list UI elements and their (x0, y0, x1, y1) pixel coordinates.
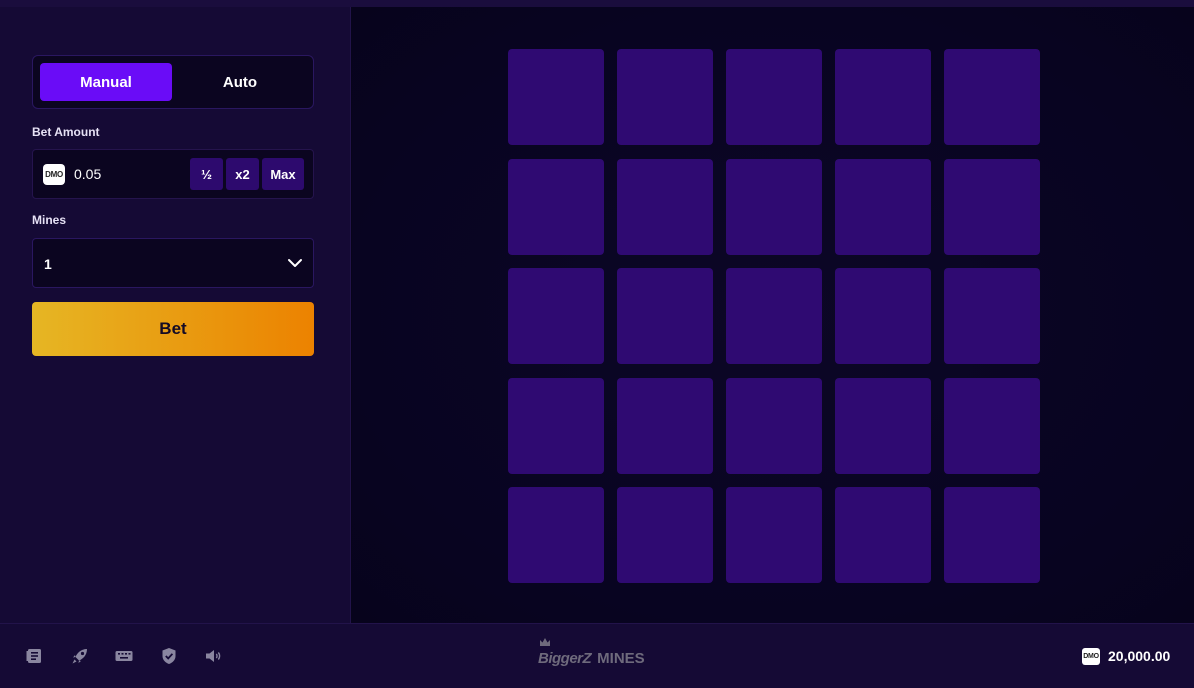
mode-toggle: Manual Auto (32, 55, 314, 109)
bet-button[interactable]: Bet (32, 302, 314, 356)
auto-mode-tab[interactable]: Auto (174, 63, 306, 101)
half-bet-button[interactable]: ½ (190, 158, 223, 190)
shield-check-icon[interactable] (159, 646, 179, 666)
logo-brand-text: BiggerZ (538, 650, 592, 667)
mine-tile[interactable] (617, 377, 713, 474)
mine-tile[interactable] (726, 487, 822, 583)
mine-tile[interactable] (835, 158, 931, 255)
mine-tile[interactable] (944, 158, 1040, 255)
mine-tile[interactable] (617, 158, 713, 255)
bet-amount-input[interactable]: 0.05 (74, 166, 101, 182)
balance-coin-icon: DMO (1082, 648, 1100, 665)
balance-amount: 20,000.00 (1108, 648, 1171, 664)
mine-tile[interactable] (944, 487, 1040, 583)
chevron-down-icon (288, 259, 302, 267)
mine-tile[interactable] (508, 487, 604, 583)
footer-bar: BiggerZ MINES DMO 20,000.00 (0, 623, 1194, 688)
mine-tile[interactable] (835, 377, 931, 474)
mine-tile[interactable] (835, 49, 931, 145)
crown-icon (540, 638, 550, 646)
mine-tile[interactable] (508, 158, 604, 255)
max-bet-button[interactable]: Max (262, 158, 304, 190)
bet-control-panel: Manual Auto Bet Amount DMO 0.05 ½ x2 Max… (0, 7, 351, 623)
mine-tile[interactable] (944, 377, 1040, 474)
manual-mode-tab[interactable]: Manual (40, 63, 172, 101)
mine-tile[interactable] (944, 49, 1040, 145)
logo-game-text: MINES (597, 650, 645, 667)
mine-tile[interactable] (617, 49, 713, 145)
mine-tile[interactable] (508, 377, 604, 474)
mines-select[interactable]: 1 (32, 238, 314, 288)
keyboard-icon[interactable] (114, 646, 134, 666)
double-bet-button[interactable]: x2 (226, 158, 259, 190)
rocket-icon[interactable] (70, 646, 90, 666)
mine-tile[interactable] (944, 268, 1040, 364)
mine-tile[interactable] (617, 268, 713, 364)
game-logo: BiggerZ MINES (538, 638, 645, 667)
mines-game-app: Manual Auto Bet Amount DMO 0.05 ½ x2 Max… (0, 0, 1194, 688)
mine-tile[interactable] (726, 268, 822, 364)
mine-tile[interactable] (835, 487, 931, 583)
mine-tile[interactable] (617, 487, 713, 583)
top-border (0, 0, 1194, 7)
bet-amount-field[interactable]: DMO 0.05 ½ x2 Max (32, 149, 314, 199)
sound-icon[interactable] (203, 646, 223, 666)
mine-tile[interactable] (726, 377, 822, 474)
mine-tile[interactable] (508, 268, 604, 364)
mine-tile[interactable] (835, 268, 931, 364)
mines-selected-value: 1 (44, 256, 52, 272)
mine-tile[interactable] (726, 49, 822, 145)
mine-tile[interactable] (508, 49, 604, 145)
rules-book-icon[interactable] (25, 646, 45, 666)
mines-label: Mines (32, 213, 67, 227)
mines-board-area (352, 7, 1194, 623)
currency-coin-icon: DMO (43, 164, 65, 185)
bet-amount-label: Bet Amount (32, 125, 100, 139)
mine-tile[interactable] (726, 158, 822, 255)
